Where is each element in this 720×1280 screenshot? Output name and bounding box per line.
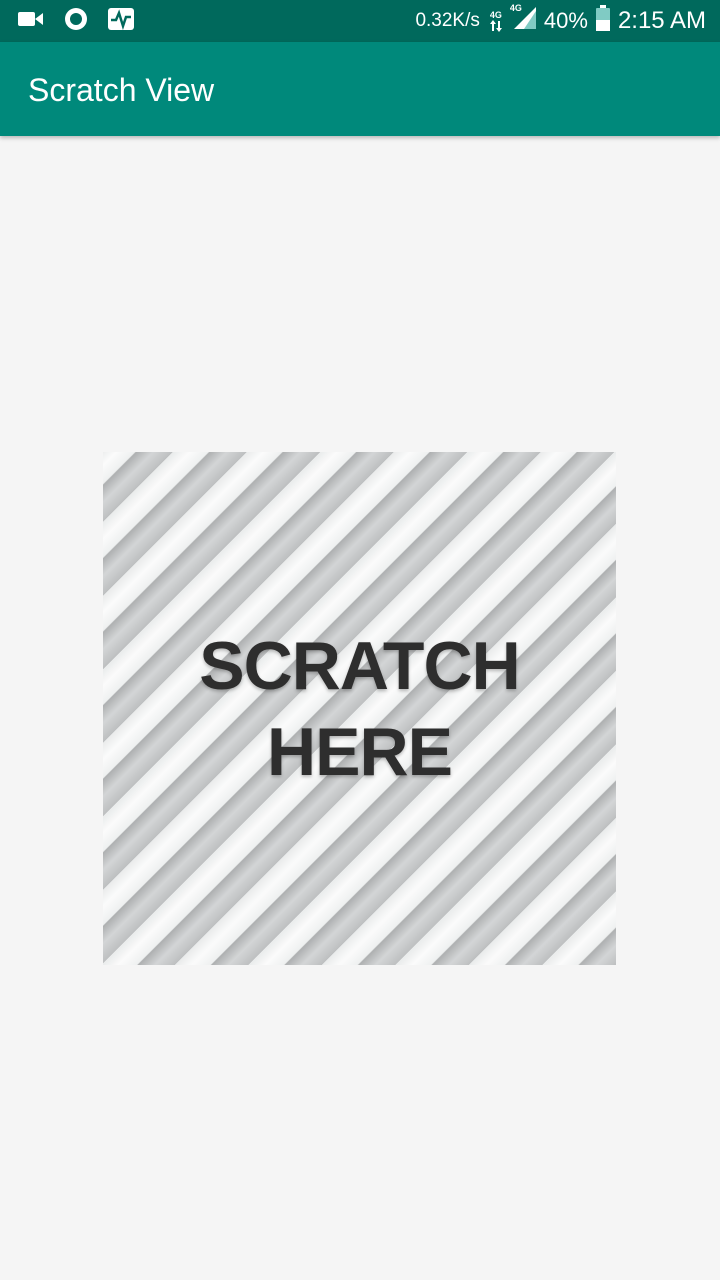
scratch-prompt: SCRATCH HERE bbox=[103, 452, 616, 965]
activity-monitor-icon bbox=[108, 7, 134, 35]
network-speed: 0.32K/s bbox=[415, 10, 480, 31]
record-circle-icon bbox=[64, 7, 88, 36]
notification-icons bbox=[18, 0, 134, 42]
page-title: Scratch View bbox=[28, 72, 215, 108]
battery-percent: 40% bbox=[543, 8, 588, 33]
system-status: 0.32K/s 4G 4G 40% 2:15 AM bbox=[415, 0, 706, 42]
app-toolbar: Scratch View bbox=[0, 42, 720, 136]
scratch-prompt-line1: SCRATCH bbox=[199, 627, 520, 704]
scratch-prompt-line2: HERE bbox=[267, 713, 453, 790]
scratch-card[interactable]: SCRATCH HERE bbox=[103, 452, 616, 965]
battery-icon bbox=[595, 5, 610, 37]
clock: 2:15 AM bbox=[617, 7, 706, 34]
data-arrows-icon: 4G bbox=[489, 9, 502, 32]
network-type-label-2: 4G bbox=[509, 3, 522, 13]
network-type-label: 4G bbox=[489, 9, 502, 20]
status-bar: 0.32K/s 4G 4G 40% 2:15 AM bbox=[0, 0, 720, 42]
video-camera-icon bbox=[18, 10, 44, 33]
cell-signal-icon: 4G bbox=[510, 3, 536, 35]
